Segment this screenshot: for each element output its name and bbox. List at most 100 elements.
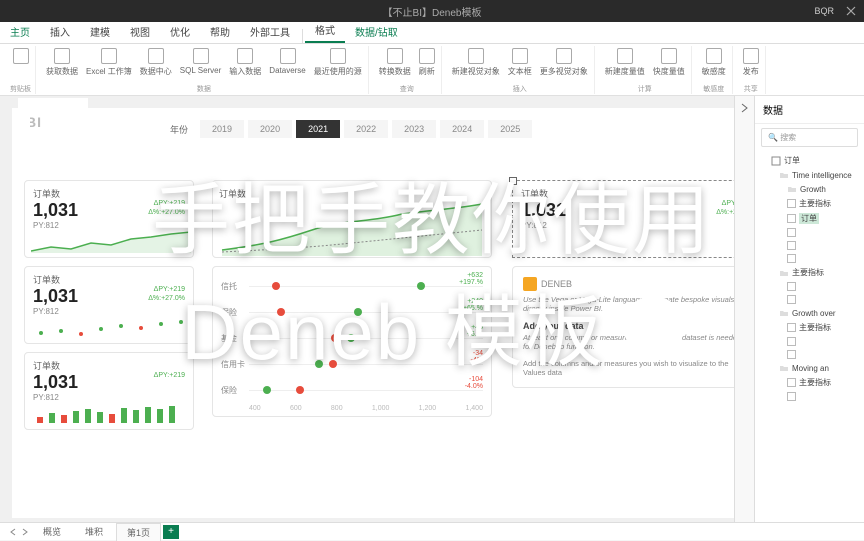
card-py: PY:812 xyxy=(521,221,734,230)
data-search-input[interactable]: 🔍 搜索 xyxy=(761,128,858,147)
ribbon-btn-paste[interactable] xyxy=(11,46,31,66)
page-tabs: 概览 堆积 第1页 + xyxy=(0,522,864,540)
year-2019[interactable]: 2019 xyxy=(200,120,244,138)
year-2023[interactable]: 2023 xyxy=(392,120,436,138)
chevron-left-icon[interactable] xyxy=(8,527,18,537)
tree-table[interactable]: 订单 xyxy=(759,153,860,168)
close-icon[interactable] xyxy=(846,6,856,16)
ribbon-btn-excel[interactable]: Excel 工作簿 xyxy=(84,46,134,79)
checkbox[interactable] xyxy=(787,282,796,291)
ribbon-btn-sens[interactable]: 敏感度 xyxy=(700,46,728,79)
card-stats: ΔPY:+219 Δ%:+27.0% xyxy=(716,199,734,217)
tree-folder[interactable]: Growth over xyxy=(759,306,860,320)
ribbon-tab-data-drill[interactable]: 数据/钻取 xyxy=(345,20,408,43)
chevron-right-icon[interactable] xyxy=(20,527,30,537)
ribbon-tab-insert[interactable]: 插入 xyxy=(40,20,80,43)
ribbon-tab-view[interactable]: 视图 xyxy=(120,20,160,43)
chart-icon xyxy=(468,48,484,64)
ribbon-tab-optimize[interactable]: 优化 xyxy=(160,20,200,43)
tree-folder[interactable]: 主要指标 xyxy=(759,265,860,280)
ribbon-btn-moreviz[interactable]: 更多视觉对象 xyxy=(538,46,590,79)
deneb-sub: At least one column or measure in your v… xyxy=(523,333,734,351)
tree-folder[interactable]: 主要指标 xyxy=(759,375,860,390)
tree-item[interactable] xyxy=(759,348,860,361)
deneb-visual[interactable]: DENEB Use the Vega or Vega-Lite language… xyxy=(512,266,734,388)
refresh-icon xyxy=(419,48,435,64)
ribbon-btn-datahub[interactable]: 数据中心 xyxy=(138,46,174,79)
dumbbell-chart-visual[interactable]: 信托 +632+197.% 保险 +240+65.% 基金 +45+6.% 信用… xyxy=(212,266,492,417)
checkbox[interactable] xyxy=(787,199,796,208)
tree-measure[interactable]: 订单 xyxy=(759,211,860,226)
workspace: BI 年份 2019 2020 2021 2022 2023 2024 2025… xyxy=(0,96,864,522)
ribbon-btn-refresh[interactable]: 刷新 xyxy=(417,46,437,79)
year-2025[interactable]: 2025 xyxy=(488,120,532,138)
card-value: 1,031 xyxy=(521,200,734,221)
page-tab-stacked[interactable]: 堆积 xyxy=(74,522,114,541)
dot-row: 基金 +45+6.% xyxy=(221,325,483,351)
tree-item[interactable] xyxy=(759,280,860,293)
kpi-card-3[interactable]: 订单数 1,031 PY:812 ΔPY:+219 xyxy=(24,352,194,430)
tree-item[interactable] xyxy=(759,335,860,348)
checkbox[interactable] xyxy=(787,323,796,332)
ribbon-tab-model[interactable]: 建模 xyxy=(80,20,120,43)
ribbon-tab-home[interactable]: 主页 xyxy=(0,20,40,43)
ribbon-btn-sql[interactable]: SQL Server xyxy=(178,46,224,77)
checkbox[interactable] xyxy=(787,254,796,263)
checkbox[interactable] xyxy=(787,214,796,223)
deneb-description: Use the Vega or Vega-Lite languages to c… xyxy=(523,295,734,313)
dot-row: 保险 +240+65.% xyxy=(221,299,483,325)
page-tab-overview[interactable]: 概览 xyxy=(32,522,72,541)
canvas[interactable]: BI 年份 2019 2020 2021 2022 2023 2024 2025… xyxy=(0,96,734,522)
year-2021[interactable]: 2021 xyxy=(296,120,340,138)
area-chart-visual[interactable]: 订单数 xyxy=(212,180,492,258)
user-label[interactable]: BQR xyxy=(814,6,834,16)
tree-item[interactable] xyxy=(759,252,860,265)
tree-item[interactable] xyxy=(759,239,860,252)
checkbox[interactable] xyxy=(787,228,796,237)
ribbon-btn-newviz[interactable]: 新建视觉对象 xyxy=(450,46,502,79)
page-tab-page1[interactable]: 第1页 xyxy=(116,523,161,541)
ribbon-btn-recent[interactable]: 最近使用的源 xyxy=(312,46,364,79)
ribbon-btn-publish[interactable]: 发布 xyxy=(741,46,761,79)
folder-icon xyxy=(779,308,789,318)
ribbon-btn-measure[interactable]: 新建度量值 xyxy=(603,46,647,79)
year-label: 年份 xyxy=(170,123,188,136)
ribbon-group-label-insert: 插入 xyxy=(513,84,527,94)
ribbon-btn-quick[interactable]: 快度量值 xyxy=(651,46,687,79)
add-page-button[interactable]: + xyxy=(163,525,179,539)
checkbox[interactable] xyxy=(787,392,796,401)
ribbon-group-label-data: 数据 xyxy=(197,84,211,94)
ribbon-tab-external[interactable]: 外部工具 xyxy=(240,20,300,43)
tree-folder[interactable]: 主要指标 xyxy=(759,320,860,335)
ribbon-tab-help[interactable]: 帮助 xyxy=(200,20,240,43)
year-2022[interactable]: 2022 xyxy=(344,120,388,138)
ribbon-btn-dataverse[interactable]: Dataverse xyxy=(267,46,307,77)
checkbox[interactable] xyxy=(787,378,796,387)
ribbon-btn-transform[interactable]: 转换数据 xyxy=(377,46,413,79)
kpi-card-2[interactable]: 订单数 1,031 PY:812 ΔPY:+219 Δ%:+27.0% xyxy=(24,266,194,344)
ribbon-btn-enter[interactable]: 输入数据 xyxy=(227,46,263,79)
table-icon xyxy=(771,156,781,166)
tree-folder[interactable]: Moving an xyxy=(759,361,860,375)
viz-collapsed-panel[interactable] xyxy=(734,96,754,522)
tree-item[interactable] xyxy=(759,390,860,403)
tree-folder[interactable]: Growth xyxy=(759,182,860,196)
selected-visual[interactable]: 订单数 1,031 PY:812 ΔPY:+219 Δ%:+27.0% xyxy=(512,180,734,258)
checkbox[interactable] xyxy=(787,241,796,250)
card-py: PY:812 xyxy=(33,393,185,402)
ribbon-btn-getdata[interactable]: 获取数据 xyxy=(44,46,80,79)
tree-folder[interactable]: 主要指标 xyxy=(759,196,860,211)
checkbox[interactable] xyxy=(787,295,796,304)
ribbon-btn-textbox[interactable]: 文本框 xyxy=(506,46,534,79)
tree-item[interactable] xyxy=(759,293,860,306)
year-2020[interactable]: 2020 xyxy=(248,120,292,138)
ribbon-group-sens: 敏感度 敏感度 xyxy=(696,46,733,94)
kpi-card-1[interactable]: 订单数 1,031 PY:812 ΔPY:+219 Δ%:+27.0% xyxy=(24,180,194,258)
ribbon-group-label-query: 查询 xyxy=(400,84,414,94)
year-2024[interactable]: 2024 xyxy=(440,120,484,138)
checkbox[interactable] xyxy=(787,337,796,346)
tree-item[interactable] xyxy=(759,226,860,239)
card-py: PY:812 xyxy=(33,307,185,316)
tree-folder[interactable]: Time intelligence xyxy=(759,168,860,182)
checkbox[interactable] xyxy=(787,350,796,359)
